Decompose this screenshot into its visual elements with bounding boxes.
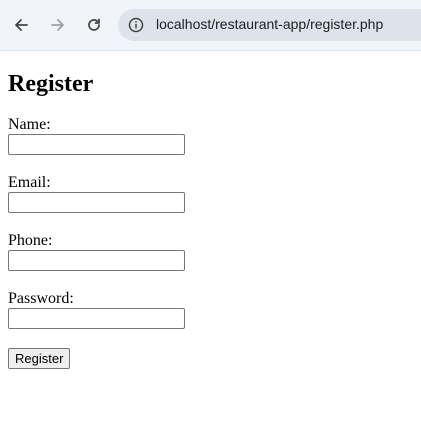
email-input[interactable] <box>8 192 185 213</box>
email-label: Email: <box>8 174 51 191</box>
register-button[interactable]: Register <box>8 348 71 369</box>
browser-toolbar: localhost/restaurant-app/register.php <box>0 0 421 51</box>
register-form: Name: Email: Phone: Password: Register <box>8 116 413 369</box>
page-content: Register Name: Email: Phone: Password: R… <box>8 51 413 369</box>
phone-label: Phone: <box>8 232 53 249</box>
forward-button[interactable] <box>46 13 70 37</box>
name-input[interactable] <box>8 134 185 155</box>
back-button[interactable] <box>9 13 33 37</box>
reload-icon <box>88 18 100 31</box>
arrow-right-icon <box>51 19 64 31</box>
page-title: Register <box>8 71 94 97</box>
phone-input[interactable] <box>8 250 185 271</box>
address-bar[interactable]: localhost/restaurant-app/register.php <box>118 9 421 41</box>
url-text: localhost/restaurant-app/register.php <box>156 16 384 32</box>
arrow-left-icon <box>15 19 28 31</box>
name-label: Name: <box>8 116 51 133</box>
reload-button[interactable] <box>82 13 106 37</box>
password-input[interactable] <box>8 308 185 329</box>
site-info-icon[interactable] <box>128 17 144 33</box>
password-label: Password: <box>8 290 74 307</box>
